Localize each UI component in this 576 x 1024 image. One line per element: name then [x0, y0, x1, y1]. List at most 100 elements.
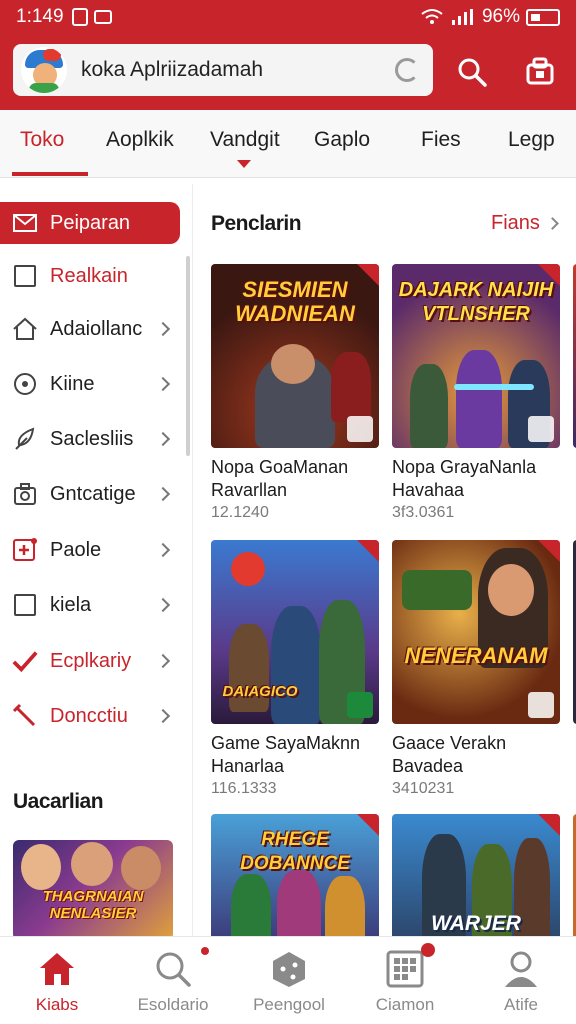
app-notification-icon: [93, 10, 112, 24]
app-logo-icon: [21, 47, 67, 93]
store-button[interactable]: [520, 52, 560, 92]
sidebar-item-realkain[interactable]: Realkain: [0, 255, 182, 297]
nav-label: Esoldario: [137, 995, 209, 1014]
chevron-right-icon: [155, 653, 171, 669]
tab-toko[interactable]: Toko: [20, 128, 64, 152]
home-icon: [12, 316, 38, 342]
game-cover-image: WARJER: [392, 814, 560, 936]
battery-percent: 96%: [481, 6, 520, 27]
cover-title: SIESMIEN WADNIEAN: [235, 277, 355, 326]
target-icon: [12, 371, 38, 397]
sidebar-item-paole[interactable]: Paole: [0, 529, 182, 571]
main-content: Penclarin Fians SIESMIEN WADNIEAN Nopa G…: [192, 184, 576, 936]
nav-label: Atife: [503, 995, 539, 1014]
game-card[interactable]: DAJARK NAIJIH VTLNSHER Nopa GrayaNanla H…: [392, 264, 560, 522]
sidebar-item-label: Ecplkariy: [50, 649, 132, 672]
nav-atife[interactable]: Atife: [466, 945, 576, 1021]
see-all-link[interactable]: Fians: [491, 212, 559, 235]
chevron-right-icon: [155, 486, 171, 502]
promo-banner[interactable]: THAGRNAIAN NENLASIER: [13, 840, 173, 940]
chevron-right-icon: [155, 431, 171, 447]
feather-icon: [12, 426, 38, 452]
see-all-label: Fians: [491, 212, 540, 234]
game-cover-image: DAJARK NAIJIH VTLNSHER: [392, 264, 560, 448]
tab-legp[interactable]: Legp: [508, 128, 555, 152]
active-tab-indicator: [12, 172, 88, 176]
game-card[interactable]: DAIAGICO Game SayaMaknn Hanarlaa 116.133…: [211, 540, 379, 798]
nav-kiabs[interactable]: Kiabs: [2, 945, 112, 1021]
tab-vandgit[interactable]: Vandgit: [210, 128, 280, 152]
game-cover-image: SIESMIEN WADNIEAN: [211, 264, 379, 448]
sidebar-item-ecplkariy[interactable]: Ecplkariy: [0, 640, 182, 682]
sidebar-item-kiela[interactable]: kiela: [0, 584, 182, 626]
sidebar-item-label: Kiine: [50, 372, 95, 395]
tab-gaplo[interactable]: Gaplo: [314, 128, 370, 152]
sidebar-scrollbar[interactable]: [186, 256, 190, 456]
bottom-navigation: Kiabs Esoldario Peengool Ciamon Atife: [0, 936, 576, 1024]
notification-badge: [421, 943, 435, 957]
promo-banner-title: THAGRNAIAN NENLASIER: [42, 888, 144, 922]
game-title: Nopa GrayaNanla: [392, 457, 537, 477]
game-card[interactable]: SIESMIEN WADNIEAN Nopa GoaManan Ravarlla…: [211, 264, 379, 522]
signal-icon: [451, 9, 473, 25]
sidebar-item-label: Gntcatige: [50, 482, 136, 505]
game-subtitle: Ravarllan: [211, 480, 288, 500]
chevron-right-icon: [546, 217, 559, 230]
refresh-badge-icon: [347, 416, 373, 442]
cover-title: DAIAGICO: [222, 683, 298, 700]
sidebar-item-gntcatige[interactable]: Gntcatige: [0, 473, 182, 515]
sidebar-item-label: Adaiollanc: [50, 317, 143, 340]
cover-title: DAJARK NAIJIH VTLNSHER: [398, 279, 554, 325]
square-icon: [12, 263, 38, 289]
game-stats: 3410231: [392, 780, 455, 797]
game-title: Game SayaMaknn: [211, 733, 361, 753]
game-card[interactable]: WARJER: [392, 814, 560, 936]
search-input[interactable]: koka Aplriizadamah: [81, 58, 395, 82]
game-card[interactable]: NENERANAM Gaace Verakn Bavadea 3410231: [392, 540, 560, 798]
sidebar-item-saclesliis[interactable]: Saclesliis: [0, 418, 182, 460]
cover-title: NENERANAM: [404, 643, 548, 668]
cover-title: RHEGE DOBANNCE: [240, 829, 350, 874]
game-stats: 3f3.0361: [392, 504, 455, 521]
grid-icon: [385, 943, 435, 989]
square-icon: [12, 592, 38, 618]
sidebar-item-doncctiu[interactable]: Doncctiu: [0, 695, 182, 737]
chevron-right-icon: [155, 542, 171, 558]
sidebar-item-label: Doncctiu: [50, 704, 128, 727]
game-subtitle: Bavadea: [392, 756, 464, 776]
status-bar: 1:149 96%: [0, 0, 576, 34]
store-icon: [526, 57, 554, 85]
chevron-right-icon: [155, 321, 171, 337]
search-bar[interactable]: koka Aplriizadamah: [13, 44, 433, 96]
nav-esoldario[interactable]: Esoldario: [118, 945, 228, 1021]
nav-peengool[interactable]: Peengool: [234, 945, 344, 1021]
tab-aoplkik[interactable]: Aoplkik: [106, 128, 174, 152]
game-stats: 116.1333: [211, 780, 277, 797]
game-card[interactable]: RHEGE DOBANNCE: [211, 814, 379, 936]
category-tabs: Toko Aoplkik Vandgit Gaplo Fies Legp: [0, 110, 576, 178]
sidebar-item-kiine[interactable]: Kiine: [0, 363, 182, 405]
notification-icon: [71, 8, 88, 26]
search-button[interactable]: [452, 52, 492, 92]
cover-title: WARJER: [431, 912, 521, 935]
nav-ciamon[interactable]: Ciamon: [350, 943, 460, 1021]
camera-icon: [12, 481, 38, 507]
reload-icon[interactable]: [395, 58, 419, 82]
game-subtitle: Hanarlaa: [211, 756, 285, 776]
link-badge-icon: [528, 416, 554, 442]
sidebar-item-label: Peiparan: [50, 211, 131, 234]
nav-label: Peengool: [253, 995, 325, 1014]
status-time: 1:149: [16, 6, 64, 27]
chevron-right-icon: [155, 376, 171, 392]
sidebar-item-adaiollanc[interactable]: Adaiollanc: [0, 308, 182, 350]
section-title: Penclarin: [211, 212, 302, 235]
sidebar-item-peiparan[interactable]: Peiparan: [0, 202, 180, 244]
game-title: Nopa GoaManan: [211, 457, 349, 477]
chevron-right-icon: [155, 708, 171, 724]
section-title: Uacarlian: [13, 790, 104, 813]
chevron-right-icon: [155, 597, 171, 613]
envelope-icon: [12, 210, 38, 236]
tab-fies[interactable]: Fies: [421, 128, 461, 152]
sidebar-item-label: kiela: [50, 593, 92, 616]
tab-dropdown-caret-icon: [237, 160, 251, 168]
